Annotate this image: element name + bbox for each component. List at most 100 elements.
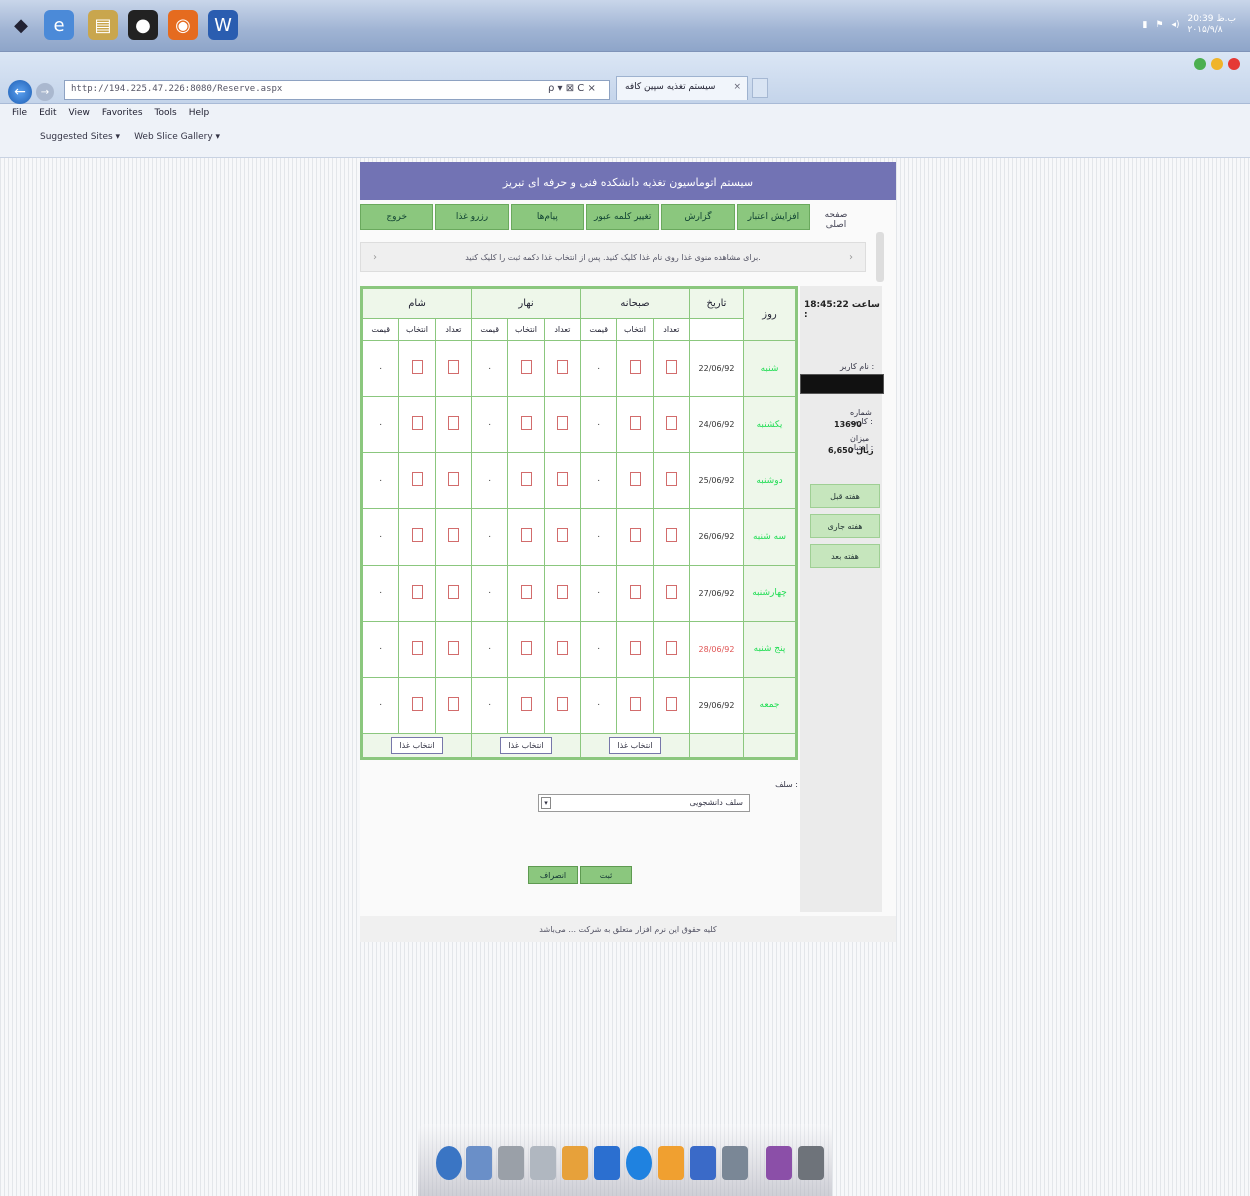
checkbox[interactable] bbox=[447, 640, 459, 655]
price-checkbox[interactable] bbox=[434, 396, 473, 454]
current-week-button[interactable]: هفته جاری bbox=[810, 514, 880, 538]
checkbox[interactable] bbox=[520, 696, 532, 711]
checkbox[interactable] bbox=[556, 472, 568, 487]
word-icon[interactable]: W bbox=[208, 10, 238, 40]
checkbox[interactable] bbox=[411, 696, 423, 711]
checkbox[interactable] bbox=[665, 472, 677, 487]
menu-tools[interactable]: Tools bbox=[155, 108, 177, 120]
checkbox[interactable] bbox=[629, 584, 641, 599]
checkbox[interactable] bbox=[665, 640, 677, 655]
checkbox[interactable] bbox=[447, 528, 459, 543]
price-checkbox[interactable] bbox=[652, 620, 691, 678]
select-checkbox[interactable] bbox=[507, 396, 545, 454]
checkbox[interactable] bbox=[520, 528, 532, 543]
app-icon[interactable] bbox=[594, 1146, 620, 1180]
select-checkbox[interactable] bbox=[616, 452, 654, 510]
forward-button[interactable]: → bbox=[36, 83, 54, 101]
nav-reserve-food[interactable]: رزرو غذا bbox=[435, 204, 509, 230]
save-button[interactable]: ثبت bbox=[580, 866, 632, 884]
checkbox[interactable] bbox=[629, 640, 641, 655]
price-checkbox[interactable] bbox=[543, 676, 582, 735]
price-checkbox[interactable] bbox=[434, 508, 473, 566]
trash-icon[interactable] bbox=[798, 1146, 824, 1180]
select-checkbox[interactable] bbox=[398, 339, 436, 398]
gear-icon[interactable] bbox=[1228, 58, 1240, 70]
checkbox[interactable] bbox=[447, 696, 459, 711]
previous-week-button[interactable]: هفته قبل bbox=[810, 484, 880, 508]
price-checkbox[interactable] bbox=[652, 508, 691, 566]
dinner-select-food-button[interactable]: انتخاب غذا bbox=[391, 737, 443, 754]
tray-clock[interactable]: 20:39 ب.ظ ۲۰۱۵/۹/۸ bbox=[1188, 14, 1236, 36]
cancel-button[interactable]: انصراف bbox=[528, 866, 578, 884]
browser-tab[interactable]: سیستم تغذیه سپین کافه × bbox=[616, 76, 748, 100]
nav-report[interactable]: گزارش bbox=[661, 204, 735, 230]
checkbox[interactable] bbox=[411, 584, 423, 599]
price-checkbox[interactable] bbox=[543, 452, 582, 510]
menu-view[interactable]: View bbox=[69, 108, 90, 120]
checkbox[interactable] bbox=[411, 416, 423, 431]
firefox-icon[interactable]: ◉ bbox=[168, 10, 198, 40]
media-player-icon[interactable]: ● bbox=[128, 10, 158, 40]
select-checkbox[interactable] bbox=[398, 620, 436, 678]
app-icon[interactable] bbox=[498, 1146, 524, 1180]
menu-file[interactable]: File bbox=[12, 108, 27, 120]
checkbox[interactable] bbox=[411, 472, 423, 487]
checkbox[interactable] bbox=[447, 416, 459, 431]
checkbox[interactable] bbox=[556, 360, 568, 375]
price-checkbox[interactable] bbox=[543, 396, 582, 454]
select-checkbox[interactable] bbox=[398, 564, 436, 622]
select-checkbox[interactable] bbox=[616, 564, 654, 622]
checkbox[interactable] bbox=[447, 472, 459, 487]
nav-home[interactable]: صفحه اصلی bbox=[816, 210, 856, 230]
network-icon[interactable]: ▮ bbox=[1142, 20, 1147, 30]
checkbox[interactable] bbox=[556, 416, 568, 431]
home-icon[interactable] bbox=[1194, 58, 1206, 70]
price-checkbox[interactable] bbox=[543, 564, 582, 622]
app-icon[interactable] bbox=[766, 1146, 792, 1180]
select-checkbox[interactable] bbox=[398, 452, 436, 510]
back-button[interactable]: ← bbox=[8, 80, 32, 104]
start-orb-icon[interactable]: ◆ bbox=[6, 10, 36, 40]
app-icon[interactable] bbox=[690, 1146, 716, 1180]
checkbox[interactable] bbox=[520, 472, 532, 487]
price-checkbox[interactable] bbox=[434, 564, 473, 622]
nav-increase-credit[interactable]: افزایش اعتبار bbox=[736, 204, 810, 230]
select-checkbox[interactable] bbox=[616, 676, 654, 735]
price-checkbox[interactable] bbox=[434, 676, 473, 735]
app-icon[interactable] bbox=[562, 1146, 588, 1180]
chevron-right-icon[interactable]: › bbox=[849, 252, 853, 263]
next-week-button[interactable]: هفته بعد bbox=[810, 544, 880, 568]
finder-icon[interactable] bbox=[436, 1146, 462, 1180]
kiosk-select[interactable]: سلف دانشجویی ▾ bbox=[538, 794, 750, 812]
new-tab-button[interactable] bbox=[752, 78, 768, 98]
checkbox[interactable] bbox=[447, 584, 459, 599]
price-checkbox[interactable] bbox=[652, 564, 691, 622]
volume-icon[interactable]: ◂) bbox=[1171, 20, 1179, 30]
checkbox[interactable] bbox=[665, 416, 677, 431]
checkbox[interactable] bbox=[665, 360, 677, 375]
tab-close-icon[interactable]: × bbox=[733, 82, 741, 92]
checkbox[interactable] bbox=[629, 528, 641, 543]
app-icon[interactable] bbox=[722, 1146, 748, 1180]
checkbox[interactable] bbox=[411, 640, 423, 655]
price-checkbox[interactable] bbox=[652, 452, 691, 510]
checkbox[interactable] bbox=[629, 416, 641, 431]
price-checkbox[interactable] bbox=[652, 396, 691, 454]
star-icon[interactable] bbox=[1211, 58, 1223, 70]
checkbox[interactable] bbox=[556, 696, 568, 711]
folder-icon[interactable]: ▤ bbox=[88, 10, 118, 40]
price-checkbox[interactable] bbox=[652, 676, 691, 735]
checkbox[interactable] bbox=[447, 360, 459, 375]
checkbox[interactable] bbox=[556, 584, 568, 599]
nav-change-password[interactable]: تغییر کلمه عبور bbox=[586, 204, 660, 230]
select-checkbox[interactable] bbox=[507, 564, 545, 622]
app-icon[interactable] bbox=[626, 1146, 652, 1180]
internet-explorer-icon[interactable]: e bbox=[44, 10, 74, 40]
select-checkbox[interactable] bbox=[507, 508, 545, 566]
select-checkbox[interactable] bbox=[616, 620, 654, 678]
select-checkbox[interactable] bbox=[616, 339, 654, 398]
url-input[interactable]: http://194.225.47.226:8080/Reserve.aspx bbox=[64, 80, 610, 100]
nav-logout[interactable]: خروج bbox=[360, 204, 434, 230]
checkbox[interactable] bbox=[520, 416, 532, 431]
select-checkbox[interactable] bbox=[616, 508, 654, 566]
